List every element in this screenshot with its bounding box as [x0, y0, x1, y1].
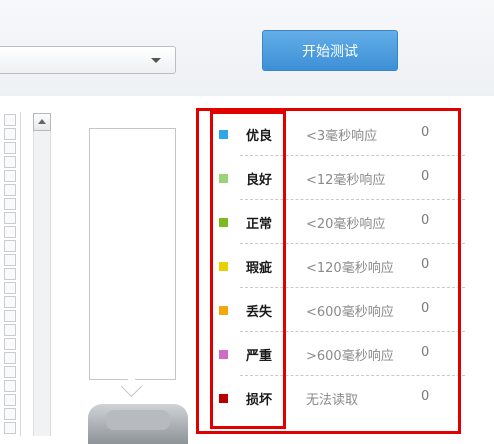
block-cell	[4, 408, 16, 420]
block-cell	[4, 268, 16, 280]
block-cell	[4, 170, 16, 182]
block-cell	[4, 142, 16, 154]
chevron-down-icon[interactable]	[151, 58, 161, 63]
block-cell	[4, 184, 16, 196]
block-cell	[4, 114, 16, 126]
block-cell	[4, 310, 16, 322]
block-cell	[4, 338, 16, 350]
highlight-inner-box	[210, 111, 286, 429]
block-map	[0, 112, 21, 436]
block-cell	[4, 128, 16, 140]
block-cell	[4, 422, 16, 434]
block-cell	[4, 296, 16, 308]
block-cell	[4, 198, 16, 210]
block-cell	[4, 324, 16, 336]
block-cell	[4, 212, 16, 224]
drive-select[interactable]	[0, 46, 176, 74]
block-cell	[4, 156, 16, 168]
block-cell	[4, 240, 16, 252]
block-cell	[4, 380, 16, 392]
scroll-up-button[interactable]	[33, 113, 51, 131]
block-cell	[4, 352, 16, 364]
info-callout-box	[89, 128, 176, 380]
scrollbar-track[interactable]	[33, 131, 51, 436]
disk-drive-top	[106, 410, 170, 430]
block-cell	[4, 366, 16, 378]
start-test-button[interactable]: 开始测试	[262, 30, 398, 71]
block-cell	[4, 282, 16, 294]
block-cell	[4, 254, 16, 266]
block-cell	[4, 226, 16, 238]
block-cell	[4, 394, 16, 406]
